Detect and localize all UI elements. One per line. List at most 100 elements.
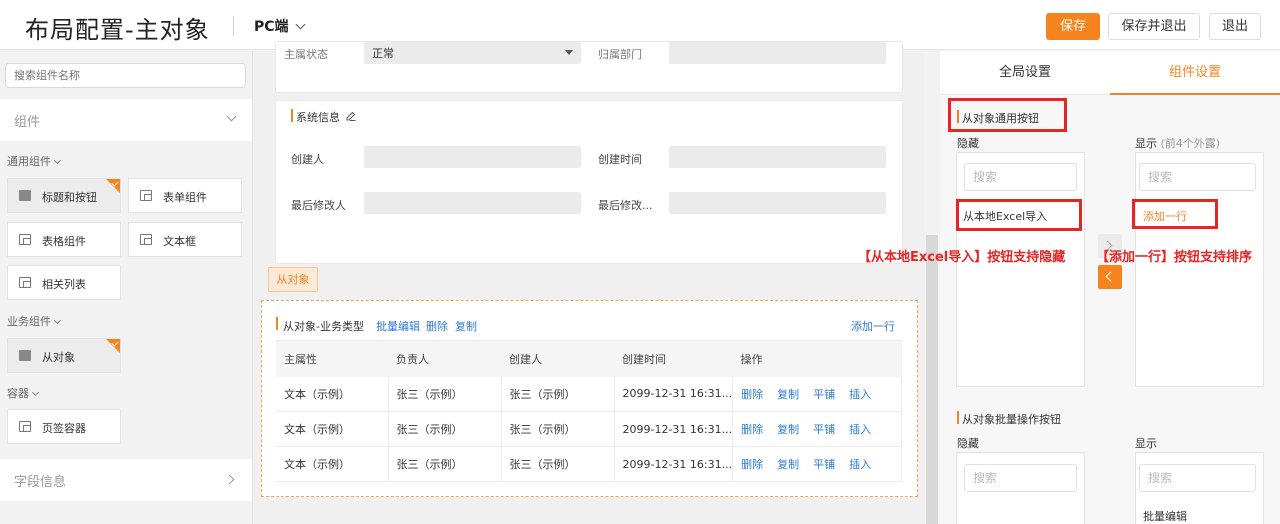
system-info-title: 系统信息 bbox=[296, 111, 340, 124]
dropdown-caret-icon bbox=[565, 50, 573, 55]
row-insert-link[interactable]: 插入 bbox=[849, 458, 871, 471]
modifier-field[interactable] bbox=[364, 192, 581, 214]
hidden-batch-search[interactable]: 搜索 bbox=[964, 464, 1077, 492]
components-section-label: 组件 bbox=[14, 115, 41, 130]
creator-field[interactable] bbox=[364, 146, 581, 168]
move-left-button[interactable] bbox=[1098, 265, 1122, 289]
batch-edit-link[interactable]: 批量编辑 bbox=[376, 318, 420, 334]
component-search-input[interactable] bbox=[5, 63, 246, 88]
group-label-common[interactable]: 通用组件 bbox=[7, 153, 62, 169]
column-header: 操作 bbox=[732, 340, 902, 377]
row-actions: 删除 复制 平铺 插入 bbox=[732, 411, 902, 447]
created-time-field[interactable] bbox=[669, 146, 886, 168]
department-field[interactable] bbox=[669, 42, 886, 64]
system-info-card[interactable]: 系统信息 创建人 创建时间 最后修改人 最后修改... bbox=[275, 100, 903, 264]
row-tile-link[interactable]: 平铺 bbox=[813, 423, 835, 436]
subobject-component[interactable]: 从对象-业务类型 批量编辑 删除 复制 添加一行 主属性 负责人 创建人 创建时… bbox=[261, 300, 918, 497]
settings-tabs: 全局设置 组件设置 bbox=[940, 51, 1280, 95]
header-divider bbox=[233, 16, 234, 36]
tab-global-settings[interactable]: 全局设置 bbox=[940, 51, 1110, 95]
table-row: 文本（示例） 张三（示例） 张三（示例） 2099-12-31 16:31...… bbox=[276, 411, 902, 447]
delete-link[interactable]: 删除 bbox=[426, 318, 448, 334]
component-title-button[interactable]: 标题和按钮 bbox=[7, 178, 121, 213]
hidden-label-2: 隐藏 bbox=[957, 437, 979, 450]
canvas-scrollbar[interactable] bbox=[926, 235, 938, 524]
status-select[interactable]: 正常 bbox=[364, 42, 581, 64]
row-tile-link[interactable]: 平铺 bbox=[813, 388, 835, 401]
exit-button[interactable]: 退出 bbox=[1209, 13, 1261, 40]
component-form[interactable]: 表单组件 bbox=[128, 178, 242, 213]
row-delete-link[interactable]: 删除 bbox=[741, 388, 763, 401]
fields-section-header[interactable]: 字段信息 bbox=[0, 459, 252, 501]
selected-check-icon bbox=[106, 179, 120, 193]
tab-component-settings[interactable]: 组件设置 bbox=[1110, 51, 1280, 95]
shown-batch-search[interactable]: 搜索 bbox=[1139, 464, 1256, 492]
table-cell: 张三（示例） bbox=[501, 411, 615, 447]
section-accent-bar bbox=[276, 317, 278, 330]
group-label-business[interactable]: 业务组件 bbox=[7, 313, 62, 329]
section-accent-bar bbox=[957, 411, 959, 424]
field-label-creator: 创建人 bbox=[291, 153, 324, 166]
table-cell: 张三（示例） bbox=[388, 376, 502, 412]
table-cell: 文本（示例） bbox=[276, 446, 389, 482]
chevron-left-icon bbox=[1105, 271, 1116, 282]
component-label: 标题和按钮 bbox=[42, 191, 97, 204]
column-header: 负责人 bbox=[388, 340, 501, 377]
table-cell: 文本（示例） bbox=[276, 411, 389, 447]
component-table[interactable]: 表格组件 bbox=[7, 222, 121, 257]
subobject-tag[interactable]: 从对象 bbox=[268, 267, 318, 292]
table-cell: 2099-12-31 16:31... bbox=[614, 411, 734, 447]
copy-link[interactable]: 复制 bbox=[455, 318, 477, 334]
column-header: 创建时间 bbox=[614, 340, 733, 377]
row-insert-link[interactable]: 插入 bbox=[849, 388, 871, 401]
row-insert-link[interactable]: 插入 bbox=[849, 423, 871, 436]
component-label: 从对象 bbox=[42, 351, 75, 364]
subobject-table: 主属性 负责人 创建人 创建时间 操作 文本（示例） 张三（示例） 张三（示例）… bbox=[276, 340, 902, 482]
row-copy-link[interactable]: 复制 bbox=[777, 458, 799, 471]
component-related-list[interactable]: 相关列表 bbox=[7, 265, 121, 300]
hidden-search-input[interactable]: 搜索 bbox=[964, 163, 1077, 191]
highlight-box bbox=[948, 98, 1067, 132]
component-tab-container[interactable]: 页签容器 bbox=[7, 409, 121, 444]
row-delete-link[interactable]: 删除 bbox=[741, 423, 763, 436]
modified-time-field[interactable] bbox=[669, 192, 886, 214]
group-label-container[interactable]: 容器 bbox=[7, 385, 40, 401]
highlight-box bbox=[1132, 199, 1218, 229]
table-cell: 2099-12-31 16:31... bbox=[614, 376, 734, 412]
component-icon bbox=[19, 277, 31, 288]
component-label: 相关列表 bbox=[42, 278, 86, 291]
edit-icon[interactable] bbox=[346, 111, 356, 121]
save-button[interactable]: 保存 bbox=[1046, 13, 1100, 40]
row-tile-link[interactable]: 平铺 bbox=[813, 458, 835, 471]
field-label-created-time: 创建时间 bbox=[598, 153, 642, 166]
row-delete-link[interactable]: 删除 bbox=[741, 458, 763, 471]
field-label: 归属部门 bbox=[598, 48, 642, 61]
row-copy-link[interactable]: 复制 bbox=[777, 423, 799, 436]
table-cell: 2099-12-31 16:31... bbox=[614, 446, 734, 482]
component-icon bbox=[19, 234, 31, 245]
table-header-row: 主属性 负责人 创建人 创建时间 操作 bbox=[276, 340, 902, 377]
batch-buttons-title: 从对象批量操作按钮 bbox=[962, 413, 1061, 426]
component-icon bbox=[19, 190, 31, 201]
components-section-header[interactable]: 组件 bbox=[0, 99, 252, 141]
table-cell: 张三（示例） bbox=[501, 446, 615, 482]
main-form-card[interactable]: 主属状态 正常 归属部门 bbox=[275, 41, 903, 93]
platform-dropdown[interactable]: PC端 bbox=[254, 16, 305, 36]
chevron-down-icon bbox=[295, 19, 305, 30]
shown-search-input[interactable]: 搜索 bbox=[1139, 163, 1256, 191]
hidden-label: 隐藏 bbox=[957, 137, 979, 150]
component-icon bbox=[140, 234, 152, 245]
section-accent-bar bbox=[291, 109, 293, 122]
shown-item-batch-edit[interactable]: 批量编辑 bbox=[1143, 508, 1187, 524]
save-exit-button[interactable]: 保存并退出 bbox=[1108, 13, 1200, 40]
page-title: 布局配置-主对象 bbox=[25, 16, 210, 44]
column-header: 创建人 bbox=[501, 340, 614, 377]
platform-label: PC端 bbox=[254, 19, 289, 35]
row-copy-link[interactable]: 复制 bbox=[777, 388, 799, 401]
add-row-link[interactable]: 添加一行 bbox=[851, 318, 895, 334]
component-textbox[interactable]: 文本框 bbox=[128, 222, 242, 257]
component-subobject[interactable]: 从对象 bbox=[7, 338, 121, 373]
selected-check-icon bbox=[106, 339, 120, 353]
chevron-down-icon bbox=[226, 111, 237, 122]
row-actions: 删除 复制 平铺 插入 bbox=[732, 446, 902, 482]
